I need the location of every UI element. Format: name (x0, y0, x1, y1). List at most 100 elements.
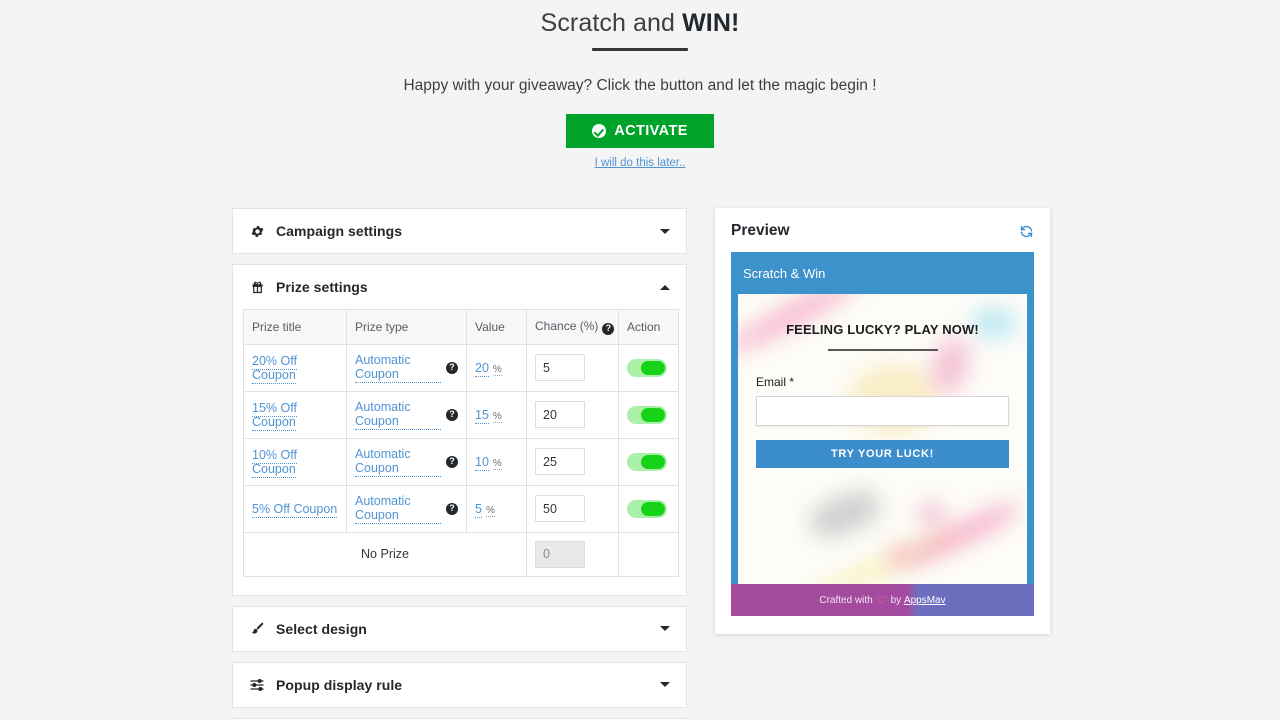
accordion-popup-display-rule[interactable]: Popup display rule (232, 662, 687, 708)
cell-chance (527, 485, 619, 532)
prize-enabled-toggle[interactable] (627, 359, 667, 377)
popup-body: FEELING LUCKY? PLAY NOW! Email * TRY YOU… (738, 294, 1027, 584)
cell-action-no-prize (619, 532, 679, 576)
activate-button-label: ACTIVATE (614, 123, 688, 139)
chevron-down-icon[interactable] (660, 682, 670, 687)
preview-column: Preview Scratch & Win (715, 208, 1050, 634)
accordion-popup-display-rule-label: Popup display rule (276, 677, 402, 693)
cell-prize-type: Automatic Coupon ? (347, 438, 467, 485)
chevron-down-icon[interactable] (660, 229, 670, 234)
footer-brand-link[interactable]: AppsMav (904, 595, 946, 606)
column-header-chance-label: Chance (%) (535, 319, 598, 333)
prize-table-head: Prize title Prize type Value Chance (%)?… (244, 310, 679, 345)
prize-type-link[interactable]: Automatic Coupon (355, 494, 441, 524)
footer-prefix: Crafted with (819, 595, 872, 606)
art-blob (919, 504, 945, 526)
popup-title-bar: Scratch & Win (731, 252, 1034, 294)
prize-title-link[interactable]: 10% Off Coupon (252, 448, 297, 478)
page-subtitle: Happy with your giveaway? Click the butt… (0, 77, 1280, 95)
help-icon[interactable]: ? (602, 323, 614, 335)
cell-value: 20% (467, 344, 527, 391)
do-this-later-link[interactable]: I will do this later.. (595, 157, 686, 169)
prize-table: Prize title Prize type Value Chance (%)?… (243, 309, 679, 577)
settings-column: Campaign settings Prize settings Prize t… (232, 208, 687, 720)
accordion-select-design-header[interactable]: Select design (233, 607, 686, 651)
prize-type-link[interactable]: Automatic Coupon (355, 447, 441, 477)
value-unit: % (493, 364, 502, 376)
accordion-prize-settings-header[interactable]: Prize settings (233, 265, 686, 309)
prize-type-link[interactable]: Automatic Coupon (355, 353, 441, 383)
paintbrush-icon (247, 621, 267, 636)
table-row: 10% Off Coupon Automatic Coupon ? 10% (244, 438, 679, 485)
cell-action (619, 391, 679, 438)
cell-prize-type: Automatic Coupon ? (347, 391, 467, 438)
prize-type-link[interactable]: Automatic Coupon (355, 400, 441, 430)
cell-prize-type: Automatic Coupon ? (347, 344, 467, 391)
cell-action (619, 344, 679, 391)
preview-header: Preview (731, 222, 1034, 240)
accordion-campaign-settings-label: Campaign settings (276, 223, 402, 239)
help-icon[interactable]: ? (446, 362, 458, 374)
accordion-prize-settings-label: Prize settings (276, 279, 368, 295)
refresh-icon[interactable] (1019, 224, 1034, 239)
help-icon[interactable]: ? (446, 456, 458, 468)
chance-input[interactable] (535, 448, 585, 475)
chevron-down-icon[interactable] (660, 626, 670, 631)
prize-value-link[interactable]: 10 (475, 455, 489, 471)
prize-value-link[interactable]: 15 (475, 408, 489, 424)
gear-icon (247, 224, 267, 239)
cell-prize-title: 5% Off Coupon (244, 485, 347, 532)
prize-enabled-toggle[interactable] (627, 453, 667, 471)
value-unit: % (486, 505, 495, 517)
prize-enabled-toggle[interactable] (627, 500, 667, 518)
art-blob (888, 546, 912, 566)
prize-title-link[interactable]: 15% Off Coupon (252, 401, 297, 431)
prize-settings-body: Prize title Prize type Value Chance (%)?… (233, 309, 686, 577)
column-header-prize-type: Prize type (347, 310, 467, 345)
column-header-chance: Chance (%)? (527, 310, 619, 345)
accordion-campaign-settings[interactable]: Campaign settings (232, 208, 687, 254)
chance-input[interactable] (535, 354, 585, 381)
popup-footer: Crafted with ♡ by AppsMav (731, 584, 1034, 616)
cell-chance (527, 438, 619, 485)
table-row-no-prize: No Prize (244, 532, 679, 576)
email-field[interactable] (756, 396, 1009, 426)
chance-input[interactable] (535, 495, 585, 522)
help-icon[interactable]: ? (446, 503, 458, 515)
prize-value-link[interactable]: 20 (475, 361, 489, 377)
page-title-emphasis: WIN! (682, 9, 739, 37)
cell-prize-title: 15% Off Coupon (244, 391, 347, 438)
prize-type-wrap: Automatic Coupon ? (355, 400, 458, 430)
art-blob (899, 497, 1025, 572)
page-title: Scratch and WIN! (0, 8, 1280, 38)
prize-value-link[interactable]: 5 (475, 502, 482, 518)
no-prize-chance-input (535, 541, 585, 568)
prize-type-wrap: Automatic Coupon ? (355, 447, 458, 477)
accordion-select-design[interactable]: Select design (232, 606, 687, 652)
chance-input[interactable] (535, 401, 585, 428)
art-blob (806, 484, 884, 544)
prize-table-body: 20% Off Coupon Automatic Coupon ? 20% (244, 344, 679, 576)
table-row: 20% Off Coupon Automatic Coupon ? 20% (244, 344, 679, 391)
help-icon[interactable]: ? (446, 409, 458, 421)
column-header-action: Action (619, 310, 679, 345)
accordion-prize-settings[interactable]: Prize settings Prize title Prize type Va… (232, 264, 687, 596)
prize-table-header-row: Prize title Prize type Value Chance (%)?… (244, 310, 679, 345)
accordion-popup-display-rule-header[interactable]: Popup display rule (233, 663, 686, 707)
accordion-campaign-settings-header[interactable]: Campaign settings (233, 209, 686, 253)
email-field-label: Email * (756, 375, 1009, 389)
table-row: 5% Off Coupon Automatic Coupon ? 5% (244, 485, 679, 532)
activate-button[interactable]: ACTIVATE (566, 114, 714, 148)
prize-title-link[interactable]: 5% Off Coupon (252, 502, 337, 518)
gift-icon (247, 280, 267, 295)
cell-action (619, 438, 679, 485)
cell-value: 15% (467, 391, 527, 438)
try-your-luck-button[interactable]: TRY YOUR LUCK! (756, 440, 1009, 468)
no-prize-label: No Prize (244, 532, 527, 576)
chevron-up-icon[interactable] (660, 285, 670, 290)
prize-enabled-toggle[interactable] (627, 406, 667, 424)
sliders-icon (247, 677, 267, 693)
prize-title-link[interactable]: 20% Off Coupon (252, 354, 297, 384)
page-header: Scratch and WIN! Happy with your giveawa… (0, 0, 1280, 171)
value-unit: % (493, 458, 502, 470)
